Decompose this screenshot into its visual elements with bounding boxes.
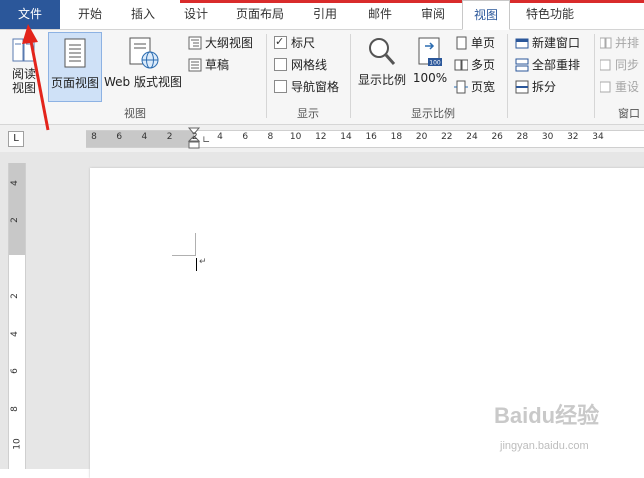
watermark-logo: Baidu经验 — [494, 403, 600, 428]
watermark-url: jingyan.baidu.com — [500, 440, 589, 452]
